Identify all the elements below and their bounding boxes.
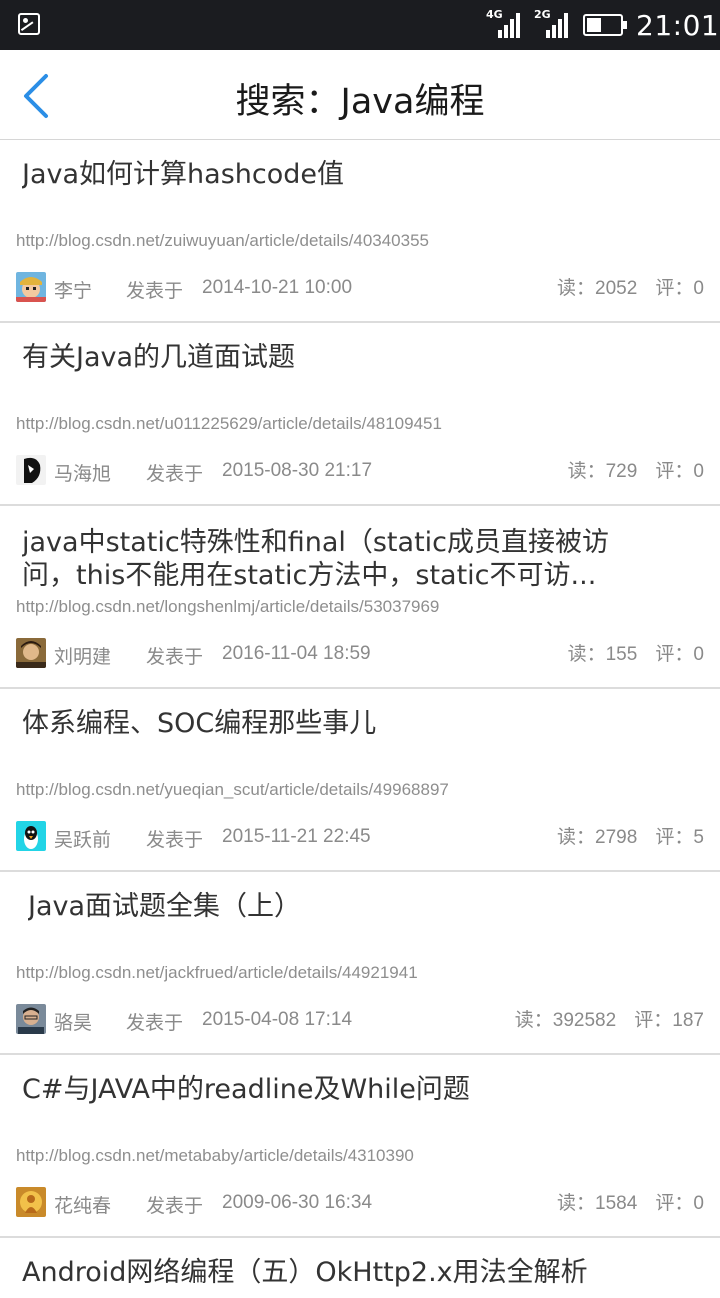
article-url: http://blog.csdn.net/u011225629/article/…: [16, 414, 442, 433]
search-results-list: Java如何计算hashcode值 http://blog.csdn.net/z…: [0, 140, 720, 1298]
publish-date: 2014-10-21 10:00: [202, 277, 353, 298]
comment-count: 0: [693, 644, 704, 665]
read-count: 1584: [595, 1193, 638, 1214]
article-title[interactable]: Android网络编程（五）OkHttp2.x用法全解析: [22, 1256, 700, 1289]
read-count: 392582: [552, 1010, 617, 1031]
comments-label: 评：: [634, 1010, 673, 1031]
avatar: [16, 272, 46, 302]
published-label: 发表于: [146, 1195, 204, 1217]
list-item[interactable]: Java如何计算hashcode值 http://blog.csdn.net/z…: [0, 140, 720, 323]
comments-label: 评：: [655, 1193, 694, 1214]
article-stats: 读：155 评：0: [568, 639, 704, 666]
signal-2g-icon: 2G: [534, 8, 570, 38]
avatar: [16, 1187, 46, 1217]
author-name: 刘明建: [54, 646, 112, 668]
list-item[interactable]: java中static特殊性和final（static成员直接被访问，this不…: [0, 506, 720, 689]
signal-4g-icon: 4G: [486, 8, 522, 38]
reads-label: 读：: [556, 1193, 595, 1214]
read-count: 2798: [595, 827, 638, 848]
published-label: 发表于: [126, 280, 184, 302]
comment-count: 0: [693, 1193, 704, 1214]
publish-date: 2015-08-30 21:17: [222, 460, 373, 481]
comments-label: 评：: [655, 278, 694, 299]
battery-icon: [583, 14, 627, 36]
author-name: 骆昊: [54, 1012, 93, 1034]
signal-4g-label: 4G: [486, 8, 503, 21]
read-count: 2052: [595, 278, 638, 299]
article-title[interactable]: Java如何计算hashcode值: [22, 158, 620, 191]
avatar: [16, 638, 46, 668]
reads-label: 读：: [567, 644, 606, 665]
author-name: 李宁: [54, 280, 93, 302]
reads-label: 读：: [556, 278, 595, 299]
article-stats: 读：2798 评：5: [557, 822, 704, 849]
published-label: 发表于: [146, 829, 204, 851]
reads-label: 读：: [514, 1010, 553, 1031]
article-url: http://blog.csdn.net/metababy/article/de…: [16, 1146, 414, 1165]
list-item[interactable]: C#与JAVA中的readline及While问题 http://blog.cs…: [0, 1055, 720, 1238]
signal-2g-label: 2G: [534, 8, 551, 21]
publish-date: 2016-11-04 18:59: [222, 643, 371, 664]
read-count: 729: [605, 461, 638, 482]
article-title[interactable]: C#与JAVA中的readline及While问题: [22, 1073, 620, 1106]
article-stats: 读：729 评：0: [568, 456, 704, 483]
author-name: 马海旭: [54, 463, 112, 485]
publish-date: 2009-06-30 16:34: [222, 1192, 373, 1213]
comment-count: 187: [672, 1010, 704, 1031]
article-title[interactable]: Java面试题全集（上）: [28, 890, 620, 923]
published-label: 发表于: [126, 1012, 184, 1034]
article-title[interactable]: 有关Java的几道面试题: [22, 341, 620, 374]
publish-date: 2015-04-08 17:14: [202, 1009, 353, 1030]
published-label: 发表于: [146, 463, 204, 485]
publish-date: 2015-11-21 22:45: [222, 826, 371, 847]
page-title: 搜索：Java编程: [235, 82, 485, 122]
article-url: http://blog.csdn.net/longshenlmj/article…: [16, 597, 440, 616]
list-item[interactable]: 有关Java的几道面试题 http://blog.csdn.net/u01122…: [0, 323, 720, 506]
avatar: [16, 821, 46, 851]
avatar: [16, 455, 46, 485]
read-count: 155: [605, 644, 638, 665]
status-time: 21:01: [636, 9, 720, 42]
comment-count: 0: [693, 278, 704, 299]
article-stats: 读：2052 评：0: [557, 273, 704, 300]
avatar: [16, 1004, 46, 1034]
status-bar: 4G 2G 21:01: [0, 0, 720, 50]
author-name: 吴跃前: [54, 829, 112, 851]
list-item[interactable]: Java面试题全集（上） http://blog.csdn.net/jackfr…: [0, 872, 720, 1055]
comments-label: 评：: [655, 644, 694, 665]
article-title[interactable]: java中static特殊性和final（static成员直接被访问，this不…: [22, 526, 620, 592]
title-bar: 搜索：Java编程: [0, 50, 720, 140]
author-name: 花纯春: [54, 1195, 112, 1217]
comment-count: 5: [693, 827, 704, 848]
reads-label: 读：: [567, 461, 606, 482]
list-item[interactable]: Android网络编程（五）OkHttp2.x用法全解析: [0, 1238, 720, 1298]
article-url: http://blog.csdn.net/jackfrued/article/d…: [16, 963, 418, 982]
gallery-notification-icon: [18, 13, 40, 35]
list-item[interactable]: 体系编程、SOC编程那些事儿 http://blog.csdn.net/yueq…: [0, 689, 720, 872]
article-url: http://blog.csdn.net/zuiwuyuan/article/d…: [16, 231, 429, 250]
comment-count: 0: [693, 461, 704, 482]
article-title[interactable]: 体系编程、SOC编程那些事儿: [22, 707, 620, 740]
reads-label: 读：: [556, 827, 595, 848]
article-stats: 读：1584 评：0: [557, 1188, 704, 1215]
comments-label: 评：: [655, 461, 694, 482]
comments-label: 评：: [655, 827, 694, 848]
article-stats: 读：392582 评：187: [515, 1005, 704, 1032]
article-url: http://blog.csdn.net/yueqian_scut/articl…: [16, 780, 449, 799]
published-label: 发表于: [146, 646, 204, 668]
